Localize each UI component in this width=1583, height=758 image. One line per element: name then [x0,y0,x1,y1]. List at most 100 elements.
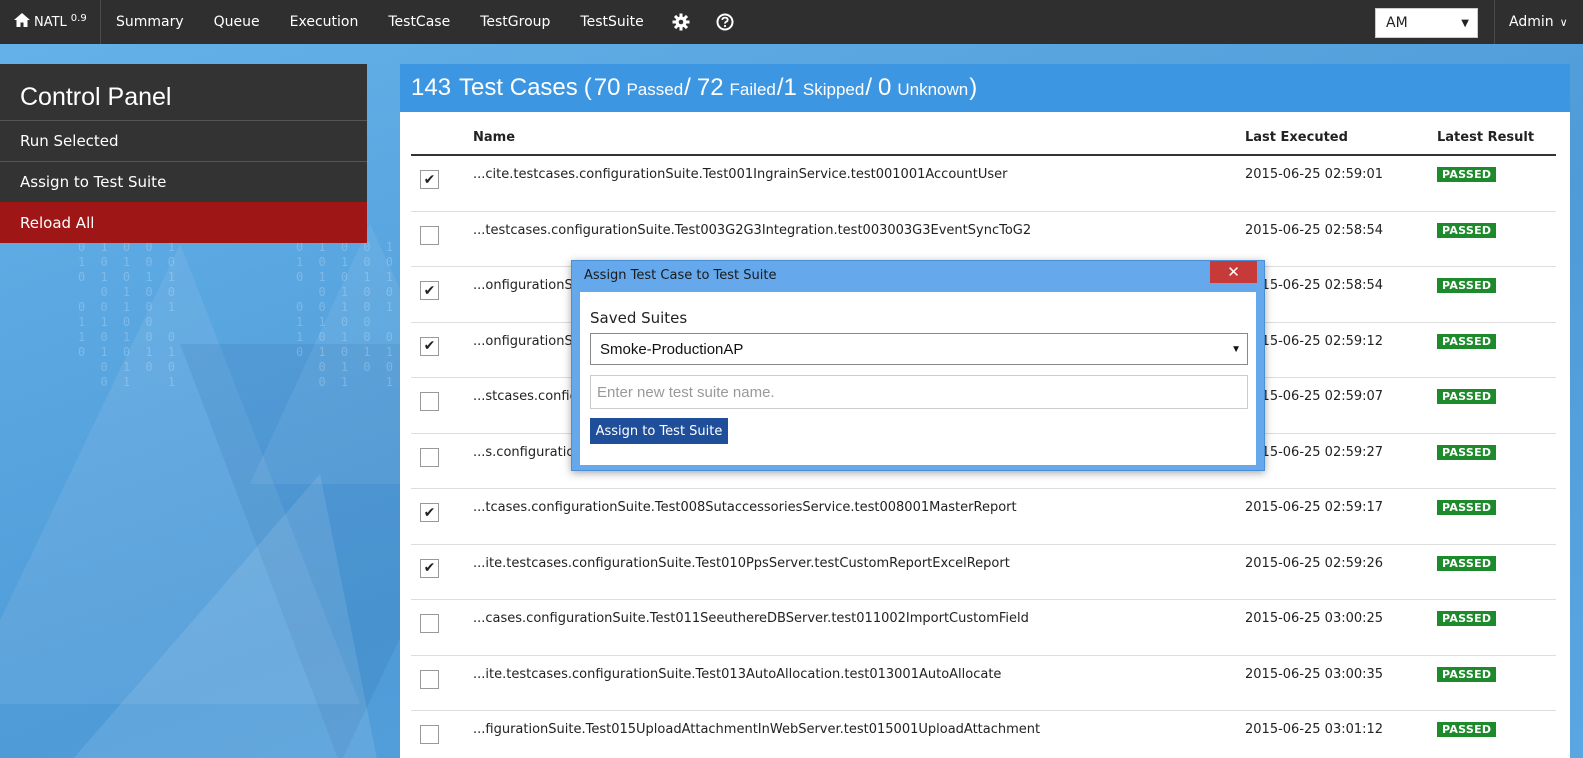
last-executed: 2015-06-25 03:00:25 [1245,611,1384,626]
last-executed: 2015-06-25 02:59:01 [1245,167,1384,182]
paren-open: ( [583,74,592,101]
assign-suite-modal: Assign Test Case to Test Suite ✕ Saved S… [571,260,1265,471]
table-row[interactable]: ...testcases.configurationSuite.Test003G… [411,212,1556,267]
status-badge: PASSED [1437,278,1497,293]
last-executed: 2015-06-25 02:58:54 [1245,222,1384,238]
assign-to-suite-submit-button[interactable]: Assign to Test Suite [590,418,728,444]
column-name[interactable]: Name [473,130,515,145]
table-row[interactable]: ...ite.testcases.configurationSuite.Test… [411,656,1556,711]
row-checkbox[interactable]: ✔ [420,558,439,578]
status-badge: PASSED [1437,722,1497,737]
table-row[interactable]: ✔ ...ite.testcases.configurationSuite.Tes… [411,545,1556,600]
help-circle-icon[interactable] [703,0,747,44]
test-case-name[interactable]: ...onfigurationSu [473,278,581,293]
status-badge: PASSED [1437,167,1497,182]
table-header: Name Last Executed Latest Result [411,112,1556,156]
assign-to-suite-button[interactable]: Assign to Test Suite [0,161,367,202]
table-row[interactable]: ...figurationSuite.Test015UploadAttachme… [411,711,1556,758]
slash: / [684,74,691,101]
last-executed: 2015-06-25 02:59:12 [1245,333,1384,349]
test-case-name[interactable]: ...cite.testcases.configurationSuite.Tes… [473,167,1008,182]
last-executed: 2015-06-25 02:59:26 [1245,555,1384,571]
saved-suites-label: Saved Suites [590,309,688,327]
caret-down-icon: ▼ [1231,344,1241,355]
total-count: 143 [411,74,452,101]
gear-icon[interactable] [659,0,703,44]
last-executed: 2015-06-25 02:58:54 [1245,278,1384,293]
test-case-name[interactable]: ...ite.testcases.configurationSuite.Test… [473,667,1001,682]
test-case-name[interactable]: ...cases.configurationSuite.Test011Seeut… [473,611,1029,626]
test-summary-header: 143 Test Cases (70 Passed/ 72 Failed/1 S… [400,64,1570,112]
control-panel-title: Control Panel [20,83,172,111]
column-latest-result[interactable]: Latest Result [1437,130,1534,145]
row-checkbox[interactable]: ✔ [420,336,439,356]
saved-suites-select[interactable]: Smoke-ProductionAP ▼ [590,333,1248,365]
last-executed: 2015-06-25 02:59:27 [1245,444,1384,460]
row-checkbox[interactable]: ✔ [420,503,439,522]
status-badge: PASSED [1437,555,1497,571]
status-badge: PASSED [1437,666,1497,682]
slash: / [776,74,784,101]
test-case-name[interactable]: ...testcases.configurationSuite.Test003G… [473,223,1031,238]
nav-queue[interactable]: Queue [199,0,275,44]
status-badge: PASSED [1437,444,1497,460]
home-icon [14,13,34,31]
brand-link[interactable]: NATL 0.9 [0,0,101,44]
nav-testcase[interactable]: TestCase [373,0,465,44]
row-checkbox[interactable]: ✔ [420,281,439,300]
close-icon[interactable]: ✕ [1210,261,1257,283]
test-case-name[interactable]: ...figurationSuite.Test015UploadAttachme… [473,722,1040,737]
status-badge: PASSED [1437,611,1497,626]
control-panel: Control Panel Run Selected Assign to Tes… [0,64,367,243]
environment-select-value: AM [1386,15,1408,31]
row-checkbox[interactable] [420,725,439,744]
nav-testgroup[interactable]: TestGroup [465,0,565,44]
user-name: Admin [1509,14,1554,30]
chevron-down-icon: ∨ [1559,15,1568,29]
test-case-name[interactable]: ...s.configuration [473,445,583,460]
row-checkbox[interactable] [420,225,439,245]
paren-close: ) [969,74,978,101]
row-checkbox[interactable] [420,614,439,633]
slash: / [865,74,872,101]
unknown-label: Unknown [897,80,969,99]
nav-testsuite[interactable]: TestSuite [565,0,658,44]
new-suite-name-input[interactable] [590,375,1248,409]
caret-down-icon: ▼ [1461,18,1469,29]
top-navbar: NATL 0.9 Summary Queue Execution TestCas… [0,0,1583,44]
test-case-name[interactable]: ...stcases.configu [473,389,586,404]
row-checkbox[interactable] [420,447,439,467]
status-badge: PASSED [1437,389,1497,404]
table-row[interactable]: ...cases.configurationSuite.Test011Seeut… [411,600,1556,656]
column-last-executed[interactable]: Last Executed [1245,130,1348,145]
row-checkbox[interactable] [420,669,439,689]
passed-label: Passed [626,80,684,99]
status-badge: PASSED [1437,222,1497,238]
saved-suites-value: Smoke-ProductionAP [600,340,744,358]
skipped-label: Skipped [802,80,865,99]
last-executed: 2015-06-25 02:59:17 [1245,500,1384,515]
environment-select[interactable]: AM ▼ [1375,8,1478,38]
table-row[interactable]: ✔ ...cite.testcases.configurationSuite.Te… [411,156,1556,212]
failed-label: Failed [729,80,776,99]
brand-name: NATL [34,14,67,30]
status-badge: PASSED [1437,500,1497,515]
nav-execution[interactable]: Execution [275,0,374,44]
modal-title: Assign Test Case to Test Suite [584,268,777,283]
total-label: Test Cases [459,74,578,101]
passed-count: 70 [593,74,621,101]
unknown-count: 0 [878,74,892,101]
skipped-count: 1 [783,74,797,101]
nav-summary[interactable]: Summary [101,0,199,44]
status-badge: PASSED [1437,333,1497,349]
run-selected-button[interactable]: Run Selected [0,120,367,161]
row-checkbox[interactable]: ✔ [420,170,439,189]
test-case-name[interactable]: ...tcases.configurationSuite.Test008Suta… [473,500,1017,515]
test-case-name[interactable]: ...onfigurationSu [473,334,581,349]
row-checkbox[interactable] [420,392,439,411]
test-case-name[interactable]: ...ite.testcases.configurationSuite.Test… [473,556,1010,571]
user-menu[interactable]: Admin ∨ [1494,0,1583,44]
brand-version: 0.9 [70,12,87,24]
table-row[interactable]: ✔ ...tcases.configurationSuite.Test008Sut… [411,489,1556,545]
reload-all-button[interactable]: Reload All [0,202,367,243]
